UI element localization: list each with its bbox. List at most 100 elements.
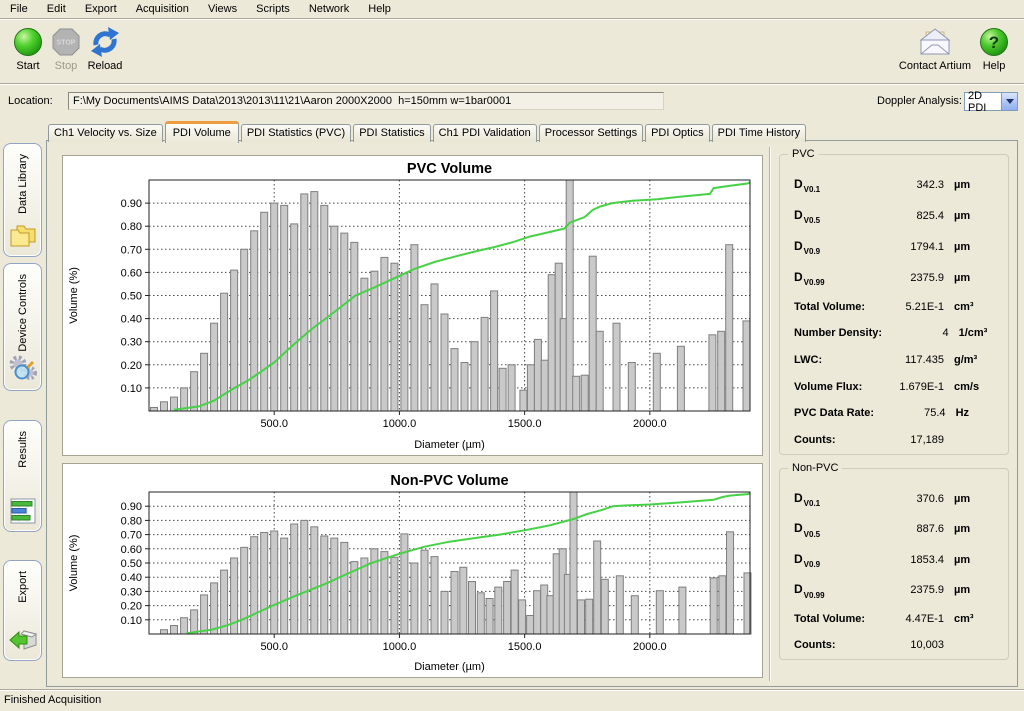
svg-text:Diameter (µm): Diameter (µm) <box>414 439 485 451</box>
doppler-analysis-select[interactable]: 2D PDI <box>964 92 1018 111</box>
sidebar-item-device-controls[interactable]: Device Controls <box>3 263 42 391</box>
tab-pdi-statistics[interactable]: PDI Statistics <box>353 124 430 142</box>
pvc-stat-rows: DV0.1 342.3µm DV0.5 825.4µm DV0.9 1794.1… <box>794 177 1000 446</box>
svg-text:0.60: 0.60 <box>121 267 142 279</box>
menu-export[interactable]: Export <box>77 0 125 19</box>
start-label: Start <box>6 60 50 72</box>
svg-text:500.0: 500.0 <box>260 641 288 653</box>
stat-row-volume-flux: Volume Flux: 1.679E-1cm/s <box>794 381 1000 393</box>
contact-artium-label: Contact Artium <box>896 60 974 72</box>
menu-acquisition[interactable]: Acquisition <box>128 0 197 19</box>
menu-file[interactable]: File <box>2 0 36 19</box>
location-row: Location: Doppler Analysis: 2D PDI <box>0 88 1024 114</box>
stat-row-dv09: DV0.9 1853.4µm <box>794 552 1000 568</box>
pdi-volume-tab-page: 0.10 0.20 0.30 0.40 0.50 0.60 0.70 0.80 0.90 500.… <box>46 140 1018 687</box>
svg-text:0.70: 0.70 <box>121 244 142 256</box>
sidebar-label-export: Export <box>17 571 29 603</box>
sidebar-item-data-library[interactable]: Data Library <box>3 143 42 257</box>
stat-row-number-density: Number Density: 41/cm³ <box>794 327 1000 339</box>
stat-row-counts: Counts: 10,003 <box>794 639 1000 651</box>
tab-pdi-optics[interactable]: PDI Optics <box>645 124 710 142</box>
svg-text:0.90: 0.90 <box>121 198 142 210</box>
stat-row-total-volume: Total Volume: 5.21E-1cm³ <box>794 301 1000 313</box>
stat-row-pvc-data-rate: PVC Data Rate: 75.4Hz <box>794 407 1000 419</box>
menu-help[interactable]: Help <box>360 0 399 19</box>
start-button[interactable]: Start <box>6 26 50 72</box>
export-arrow-icon <box>8 626 38 653</box>
svg-text:0.20: 0.20 <box>121 601 142 613</box>
non-pvc-volume-chart: 0.10 0.20 0.30 0.40 0.50 0.60 0.70 0.80 0.90 500.… <box>62 463 763 678</box>
stop-button[interactable]: STOP Stop <box>48 26 84 72</box>
svg-text:PVC Volume: PVC Volume <box>407 161 492 177</box>
svg-text:2000.0: 2000.0 <box>633 418 667 430</box>
sidebar-label-results: Results <box>17 431 29 468</box>
tab-ch1-velocity-vs-size[interactable]: Ch1 Velocity vs. Size <box>48 124 163 142</box>
svg-text:0.80: 0.80 <box>121 515 142 527</box>
tab-pdi-statistics-pvc[interactable]: PDI Statistics (PVC) <box>241 124 351 142</box>
combo-dropdown-button[interactable] <box>1001 93 1017 110</box>
svg-text:0.50: 0.50 <box>121 558 142 570</box>
svg-text:0.40: 0.40 <box>121 314 142 326</box>
pvc-group-title: PVC <box>788 148 819 160</box>
svg-text:0.30: 0.30 <box>121 337 142 349</box>
stat-row-lwc: LWC: 117.435g/m³ <box>794 354 1000 366</box>
svg-text:?: ? <box>989 33 999 52</box>
svg-text:2000.0: 2000.0 <box>633 641 667 653</box>
svg-text:Diameter (µm): Diameter (µm) <box>414 661 485 673</box>
svg-text:0.50: 0.50 <box>121 291 142 303</box>
svg-text:0.10: 0.10 <box>121 615 142 627</box>
svg-text:1500.0: 1500.0 <box>508 641 542 653</box>
svg-text:Volume (%): Volume (%) <box>68 535 80 592</box>
gears-icon <box>8 355 38 383</box>
stat-row-dv09: DV0.9 1794.1µm <box>794 239 1000 255</box>
stop-label: Stop <box>48 60 84 72</box>
menu-views[interactable]: Views <box>200 0 245 19</box>
non-pvc-stat-rows: DV0.1 370.6µm DV0.5 887.6µm DV0.9 1853.4… <box>794 491 1000 651</box>
tab-pdi-volume[interactable]: PDI Volume <box>165 121 239 143</box>
bar-chart-icon <box>10 498 36 524</box>
menu-edit[interactable]: Edit <box>39 0 74 19</box>
svg-text:0.90: 0.90 <box>121 501 142 513</box>
status-text: Finished Acquisition <box>4 694 101 706</box>
help-button[interactable]: ? Help <box>975 26 1013 72</box>
stat-row-dv099: DV0.99 2375.9µm <box>794 270 1000 286</box>
tab-processor-settings[interactable]: Processor Settings <box>539 124 643 142</box>
tab-pdi-time-history[interactable]: PDI Time History <box>712 124 807 142</box>
non-pvc-group-title: Non-PVC <box>788 462 842 474</box>
svg-text:1000.0: 1000.0 <box>383 641 417 653</box>
menu-scripts[interactable]: Scripts <box>248 0 298 19</box>
svg-text:0.10: 0.10 <box>121 383 142 395</box>
stat-row-dv01: DV0.1 342.3µm <box>794 177 1000 193</box>
location-label: Location: <box>8 95 53 107</box>
panel-splitter[interactable] <box>769 147 771 681</box>
doppler-analysis-value: 2D PDI <box>965 90 1001 114</box>
non-pvc-stats-group: Non-PVC DV0.1 370.6µm DV0.5 887.6µm DV0.… <box>779 468 1009 660</box>
location-field[interactable] <box>68 92 664 110</box>
svg-text:0.40: 0.40 <box>121 572 142 584</box>
sidebar-item-results[interactable]: Results <box>3 420 42 532</box>
sidebar-item-export[interactable]: Export <box>3 560 42 661</box>
menu-bar: File Edit Export Acquisition Views Scrip… <box>0 0 1024 19</box>
contact-artium-button[interactable]: Contact Artium <box>896 26 974 72</box>
svg-text:0.70: 0.70 <box>121 530 142 542</box>
svg-text:0.60: 0.60 <box>121 544 142 556</box>
svg-text:0.80: 0.80 <box>121 221 142 233</box>
stat-row-dv099: DV0.99 2375.9µm <box>794 582 1000 598</box>
reload-button[interactable]: Reload <box>82 26 128 72</box>
tab-ch1-pdi-validation[interactable]: Ch1 PDI Validation <box>433 124 537 142</box>
reload-icon <box>89 26 121 58</box>
folders-icon <box>8 222 38 249</box>
svg-text:1000.0: 1000.0 <box>383 418 417 430</box>
pvc-stats-group: PVC DV0.1 342.3µm DV0.5 825.4µm DV0.9 17… <box>779 154 1009 455</box>
stop-icon: STOP <box>50 26 82 58</box>
menu-network[interactable]: Network <box>301 0 357 19</box>
stat-row-total-volume: Total Volume: 4.47E-1cm³ <box>794 613 1000 625</box>
svg-text:Non-PVC Volume: Non-PVC Volume <box>390 473 508 489</box>
app-window: File Edit Export Acquisition Views Scrip… <box>0 0 1024 711</box>
svg-text:0.30: 0.30 <box>121 586 142 598</box>
sidebar-label-device-controls: Device Controls <box>17 274 29 352</box>
svg-text:STOP: STOP <box>57 40 76 47</box>
envelope-icon <box>917 26 953 58</box>
svg-text:Volume (%): Volume (%) <box>68 267 80 324</box>
stat-row-counts: Counts: 17,189 <box>794 434 1000 446</box>
